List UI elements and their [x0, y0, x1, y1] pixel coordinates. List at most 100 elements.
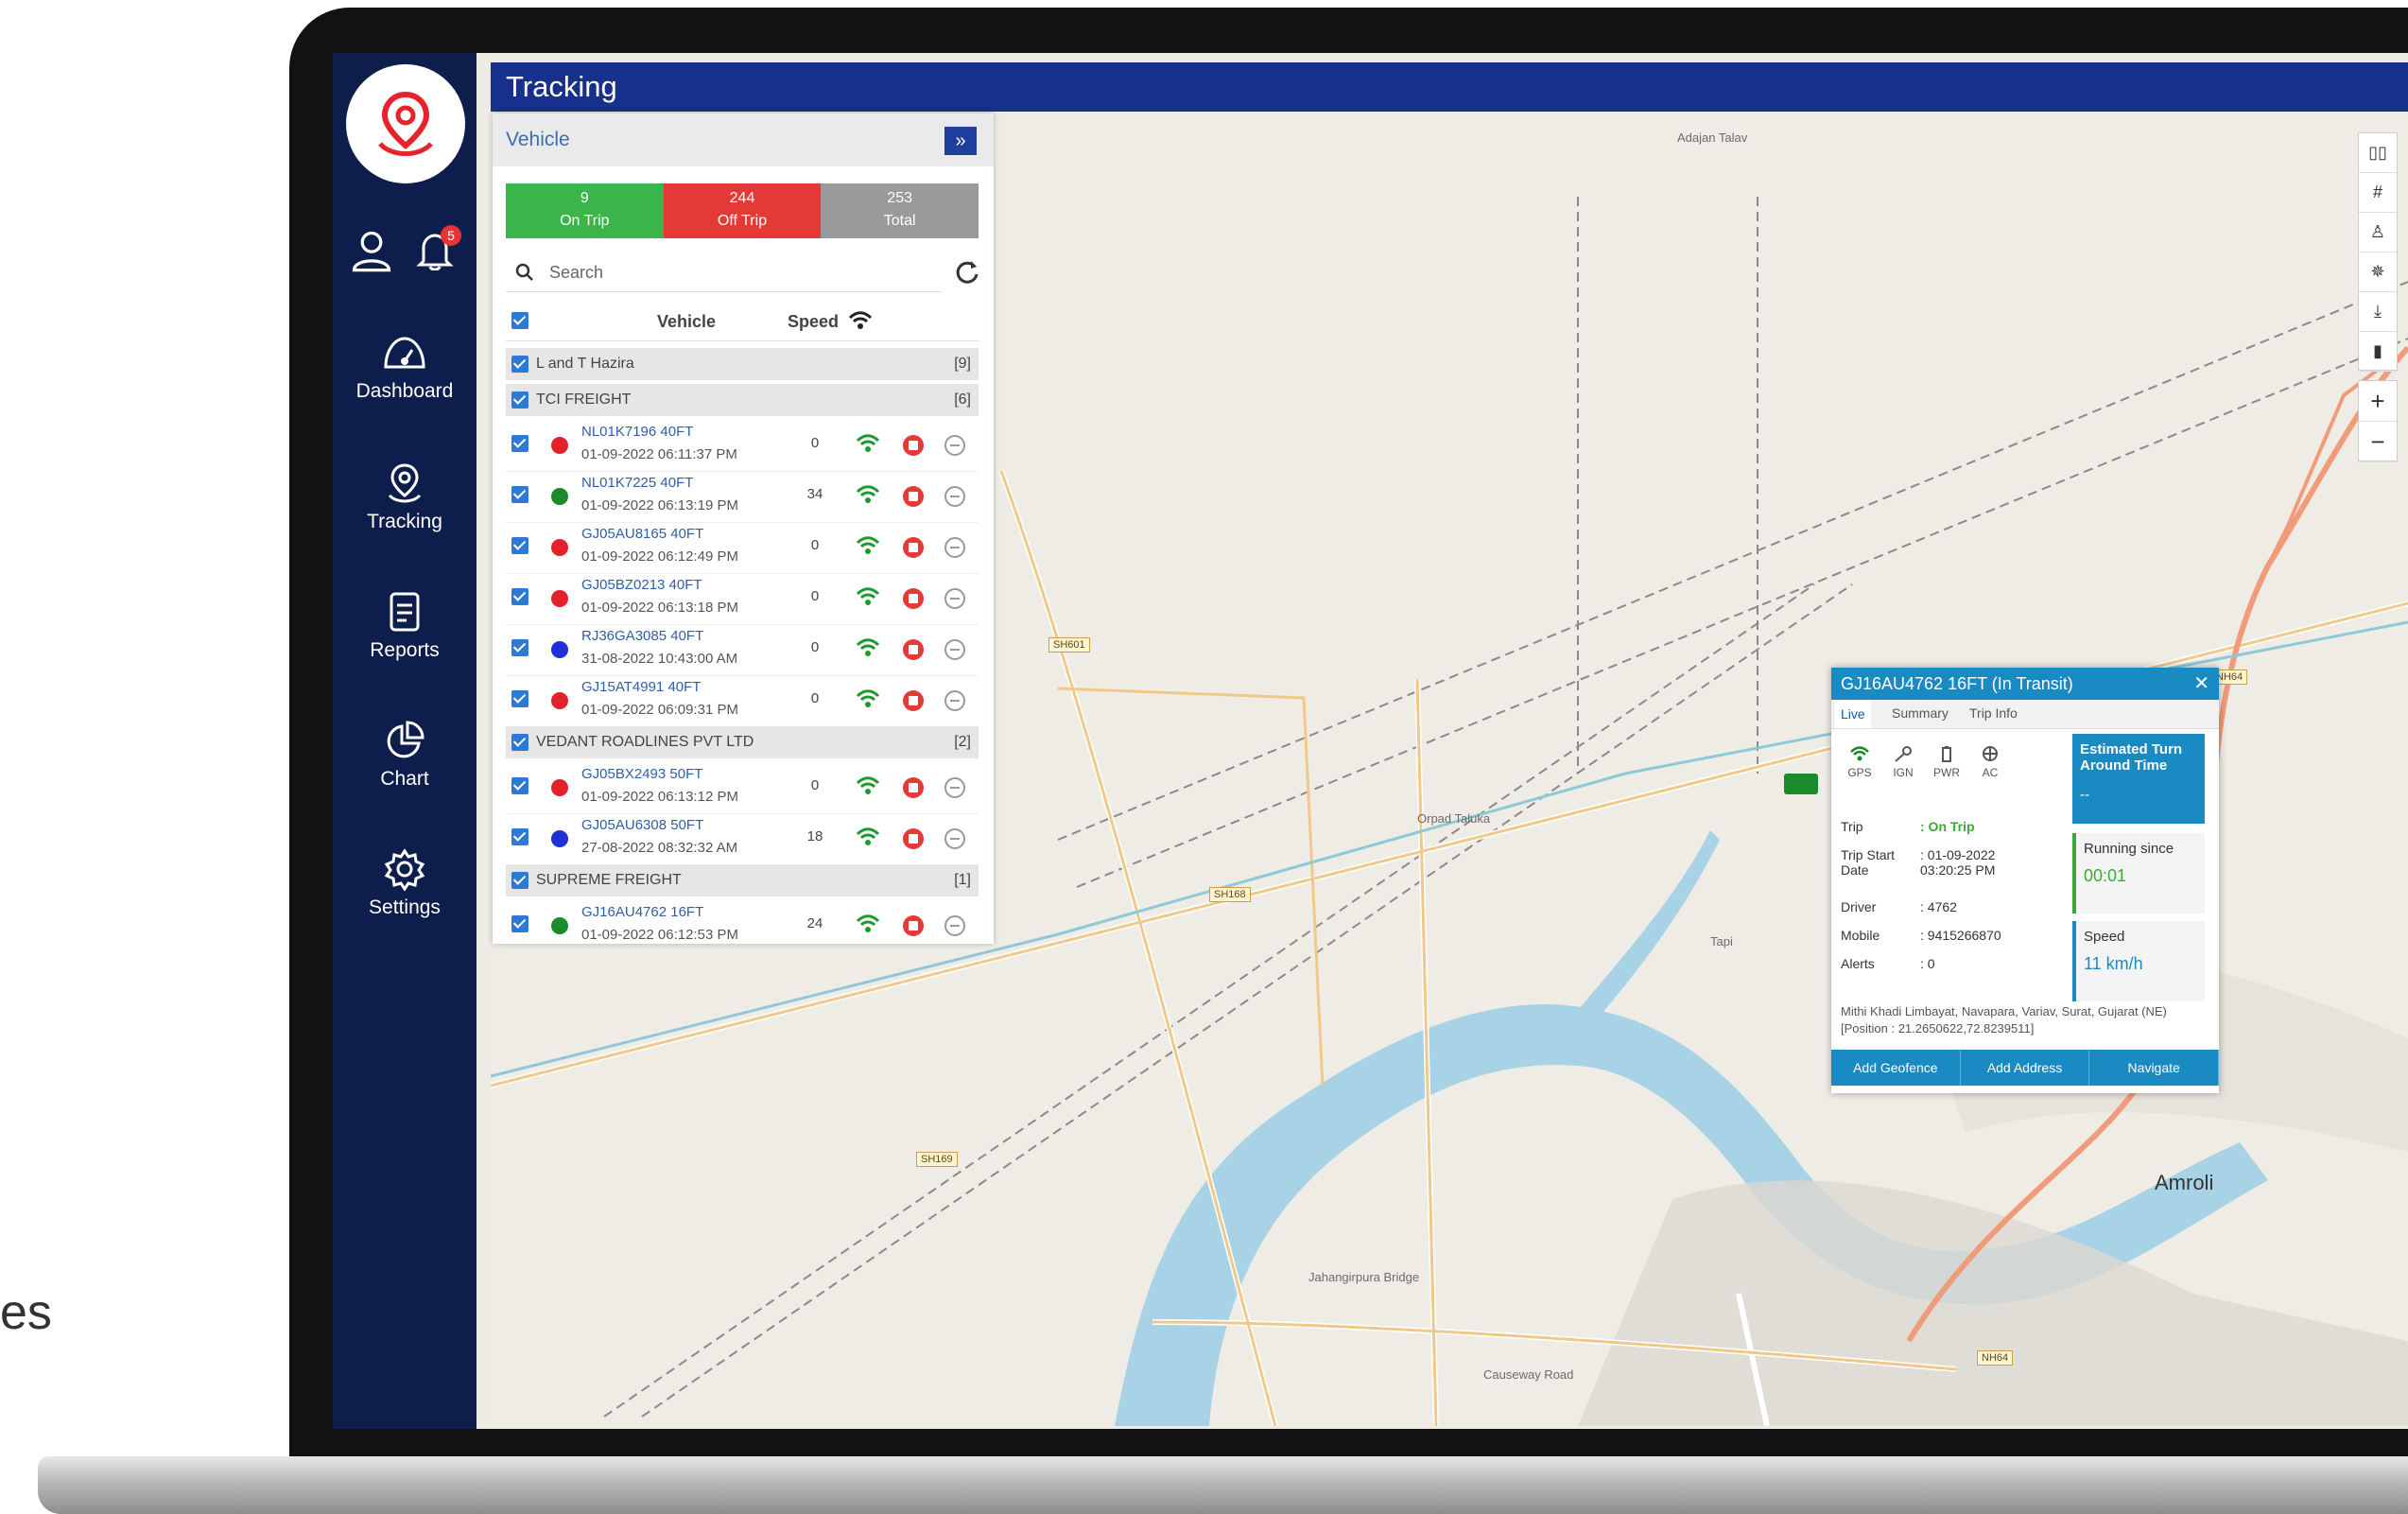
vehicle-group[interactable]: L and T Hazira [9] — [506, 348, 979, 380]
minus-circle-icon[interactable] — [943, 827, 967, 851]
stop-icon[interactable] — [901, 775, 926, 800]
vehicle-checkbox[interactable] — [511, 486, 528, 503]
status-dot — [551, 488, 568, 505]
add-geofence-button[interactable]: Add Geofence — [1831, 1050, 1961, 1086]
vehicle-row[interactable]: NL01K7225 40FT 01-09-2022 06:13:19 PM 34 — [506, 471, 979, 523]
traffic-light-icon[interactable]: ▮ — [2359, 332, 2397, 372]
minus-circle-icon[interactable] — [943, 535, 967, 560]
satellite-icon[interactable]: ✵ — [2359, 252, 2397, 292]
gps-signal-icon — [1850, 746, 1869, 761]
zoom-out-button[interactable]: − — [2359, 422, 2397, 462]
minus-circle-icon[interactable] — [943, 775, 967, 800]
tab-live[interactable]: Live — [1835, 700, 1871, 728]
refresh-icon[interactable] — [950, 255, 984, 289]
vehicle-speed: 0 — [810, 435, 820, 451]
vehicle-checkbox[interactable] — [511, 690, 528, 707]
stop-icon[interactable] — [901, 586, 926, 611]
vehicle-checkbox[interactable] — [511, 435, 528, 452]
field-value: : On Trip — [1920, 819, 1975, 834]
on-trip-tab[interactable]: 9 On Trip — [506, 183, 664, 238]
person-icon[interactable]: ♙ — [2359, 213, 2397, 252]
status-dot — [551, 641, 568, 658]
vehicle-row[interactable]: GJ15AT4991 40FT 01-09-2022 06:09:31 PM 0 — [506, 675, 979, 727]
off-trip-tab[interactable]: 244 Off Trip — [663, 183, 822, 238]
vehicle-group[interactable]: VEDANT ROADLINES PVT LTD [2] — [506, 726, 979, 758]
sidebar-item-reports[interactable]: Reports — [333, 590, 476, 704]
vehicle-name[interactable]: GJ16AU4762 16FT — [581, 904, 703, 920]
sidebar-item-dashboard[interactable]: Dashboard — [333, 333, 476, 446]
vehicle-row[interactable]: NL01K7196 40FT 01-09-2022 06:11:37 PM 0 — [506, 420, 979, 472]
navigate-button[interactable]: Navigate — [2089, 1050, 2220, 1086]
vehicle-row[interactable]: GJ05BZ0213 40FT 01-09-2022 06:13:18 PM 0 — [506, 573, 979, 625]
main-area: Tracking SH601 SH168 SH169 NH64 NH64 Amr… — [491, 62, 2408, 1429]
laptop-base — [38, 1456, 2408, 1514]
app-logo[interactable] — [346, 64, 465, 183]
stop-icon[interactable] — [901, 688, 926, 713]
total-tab[interactable]: 253 Total — [821, 183, 979, 238]
vehicle-row[interactable]: GJ16AU4762 16FT 01-09-2022 06:12:53 PM 24 — [506, 900, 979, 952]
sidebar-item-tracking[interactable]: Tracking — [333, 461, 476, 575]
group-count: [6] — [954, 392, 971, 408]
vehicle-name[interactable]: NL01K7196 40FT — [581, 424, 693, 440]
gps-label: GPS — [1847, 766, 1872, 779]
sidebar-item-chart[interactable]: Chart — [333, 719, 476, 832]
vehicle-row[interactable]: GJ05AU8165 40FT 01-09-2022 06:12:49 PM 0 — [506, 522, 979, 574]
vehicle-name[interactable]: GJ15AT4991 40FT — [581, 679, 701, 695]
zoom-in-button[interactable]: + — [2359, 381, 2397, 422]
sidebar-item-settings[interactable]: Settings — [333, 847, 476, 961]
tab-trip-info[interactable]: Trip Info — [1969, 705, 2018, 721]
minus-circle-icon[interactable] — [943, 688, 967, 713]
vehicle-checkbox[interactable] — [511, 828, 528, 845]
map-view-icon[interactable]: ▯▯ — [2359, 133, 2397, 173]
vehicle-name[interactable]: GJ05AU8165 40FT — [581, 526, 703, 542]
fullscreen-icon[interactable]: ⤓ — [2359, 292, 2397, 332]
vehicle-name[interactable]: GJ05BX2493 50FT — [581, 766, 702, 782]
stop-icon[interactable] — [901, 535, 926, 560]
vehicle-timestamp: 01-09-2022 06:13:12 PM — [581, 789, 738, 805]
expand-panel-button[interactable]: » — [944, 127, 977, 155]
vehicle-checkbox[interactable] — [511, 915, 528, 932]
vehicle-group[interactable]: TCI FREIGHT [6] — [506, 384, 979, 416]
vehicle-checkbox[interactable] — [511, 537, 528, 554]
vehicle-row[interactable]: GJ05BX2493 50FT 01-09-2022 06:13:12 PM 0 — [506, 762, 979, 814]
user-icon[interactable] — [348, 227, 395, 274]
signal-icon — [856, 485, 880, 503]
add-address-button[interactable]: Add Address — [1961, 1050, 2090, 1086]
stop-icon[interactable] — [901, 914, 926, 938]
vehicle-name[interactable]: NL01K7225 40FT — [581, 475, 693, 491]
select-all-checkbox[interactable] — [511, 312, 528, 329]
minus-circle-icon[interactable] — [943, 433, 967, 458]
vehicle-checkbox[interactable] — [511, 639, 528, 656]
vehicle-name[interactable]: GJ05BZ0213 40FT — [581, 577, 702, 593]
vehicle-checkbox[interactable] — [511, 777, 528, 794]
map-label-place: Orpad Taluka — [1417, 811, 1491, 826]
stop-icon[interactable] — [901, 484, 926, 509]
vehicle-name[interactable]: RJ36GA3085 40FT — [581, 628, 703, 644]
tab-summary[interactable]: Summary — [1892, 705, 1949, 721]
minus-circle-icon[interactable] — [943, 914, 967, 938]
vehicle-row[interactable]: GJ05AU6308 50FT 27-08-2022 08:32:32 AM 18 — [506, 813, 979, 865]
group-checkbox[interactable] — [511, 872, 528, 889]
sidebar-item-label: Reports — [370, 639, 440, 661]
vehicle-group[interactable]: SUPREME FREIGHT [1] — [506, 864, 979, 896]
vehicle-timestamp: 01-09-2022 06:11:37 PM — [581, 446, 737, 462]
group-name: L and T Hazira — [536, 356, 634, 372]
search-input[interactable]: Search — [506, 253, 941, 292]
stop-icon[interactable] — [901, 433, 926, 458]
driver-field: Driver: 4762 — [1841, 899, 1957, 914]
stop-icon[interactable] — [901, 637, 926, 662]
cropped-caption-text: es — [0, 1285, 52, 1340]
vehicle-checkbox[interactable] — [511, 588, 528, 605]
grid-icon[interactable]: # — [2359, 173, 2397, 213]
minus-circle-icon[interactable] — [943, 637, 967, 662]
minus-circle-icon[interactable] — [943, 484, 967, 509]
vehicle-row[interactable]: RJ36GA3085 40FT 31-08-2022 10:43:00 AM 0 — [506, 624, 979, 676]
group-checkbox[interactable] — [511, 734, 528, 751]
table-header: Vehicle Speed — [506, 303, 979, 341]
group-checkbox[interactable] — [511, 392, 528, 409]
group-checkbox[interactable] — [511, 356, 528, 373]
close-icon[interactable]: ✕ — [2193, 668, 2209, 700]
stop-icon[interactable] — [901, 827, 926, 851]
vehicle-name[interactable]: GJ05AU6308 50FT — [581, 817, 703, 833]
minus-circle-icon[interactable] — [943, 586, 967, 611]
